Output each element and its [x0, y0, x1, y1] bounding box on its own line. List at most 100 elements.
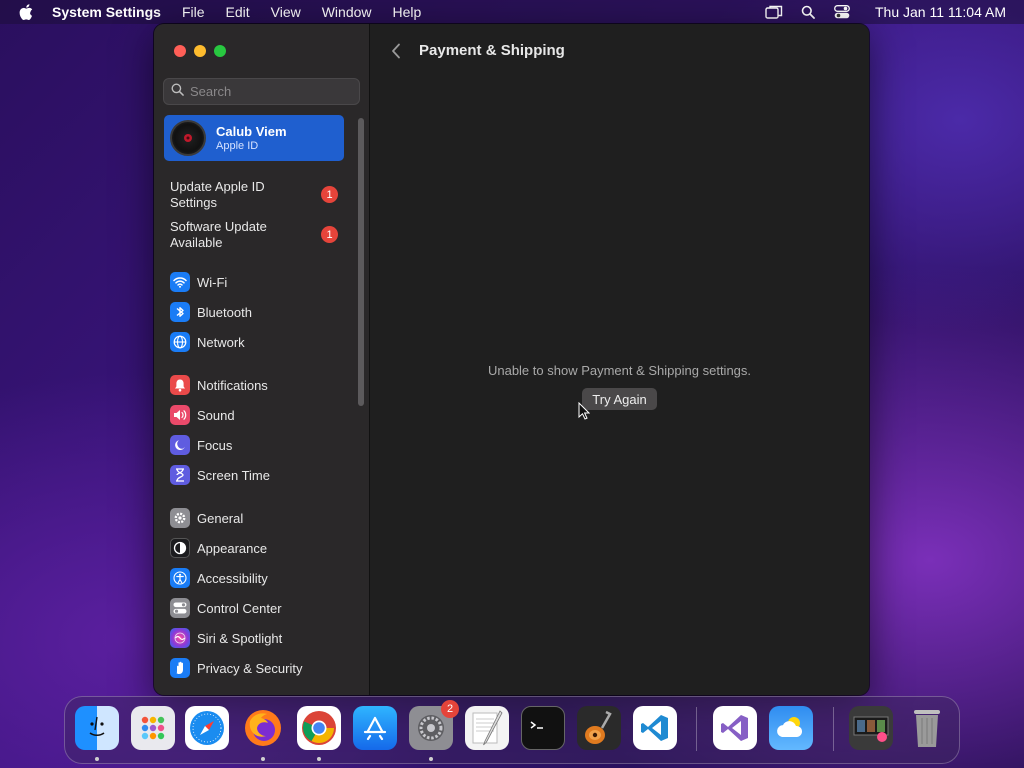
hourglass-icon: [170, 465, 190, 485]
search-icon: [171, 83, 184, 101]
launchpad-icon[interactable]: [131, 706, 175, 750]
sidebar-item-label: Screen Time: [197, 467, 270, 483]
mouse-pointer-icon: [578, 401, 591, 420]
sidebar-item-label: Network: [197, 334, 245, 350]
sidebar-item-label: Siri & Spotlight: [197, 630, 283, 646]
sidebar-item-appearance[interactable]: Appearance: [170, 537, 350, 559]
photo-booth-icon[interactable]: [849, 706, 893, 750]
menu-help[interactable]: Help: [393, 4, 422, 20]
back-button[interactable]: [388, 41, 404, 61]
sidebar-item-accessibility[interactable]: Accessibility: [170, 567, 350, 589]
dock-separator: [696, 707, 697, 751]
sidebar-item-network[interactable]: Network: [170, 331, 350, 353]
search-field[interactable]: [163, 78, 360, 105]
notice-label: Update Apple ID Settings: [170, 179, 265, 210]
trash-icon[interactable]: [905, 706, 949, 750]
notice-label: Software Update Available: [170, 219, 267, 250]
sidebar-item-sound[interactable]: Sound: [170, 404, 350, 426]
sidebar-item-general[interactable]: General: [170, 507, 350, 529]
sidebar-item-label: Sound: [197, 407, 235, 423]
main-content-pane: Payment & Shipping Unable to show Paymen…: [370, 24, 869, 695]
switches-icon: [170, 598, 190, 618]
sidebar-item-screen-time[interactable]: Screen Time: [170, 464, 350, 486]
sidebar-item-label: Privacy & Security: [197, 660, 303, 676]
avatar: [170, 120, 206, 156]
apple-menu-icon[interactable]: [18, 4, 34, 20]
minimize-window-button[interactable]: [194, 45, 206, 57]
running-indicator: [317, 757, 321, 761]
sidebar-item-label: Control Center: [197, 600, 282, 616]
error-message: Unable to show Payment & Shipping settin…: [487, 363, 752, 378]
dock-separator: [833, 707, 834, 751]
running-indicator: [261, 757, 265, 761]
chrome-icon[interactable]: [297, 706, 341, 750]
sidebar-item-privacy-security[interactable]: Privacy & Security: [170, 657, 350, 679]
spotlight-search-icon[interactable]: [799, 4, 817, 20]
chevron-left-icon: [392, 43, 400, 59]
menubar-clock[interactable]: Thu Jan 11 11:04 AM: [875, 4, 1006, 20]
siri-icon: [170, 628, 190, 648]
moon-icon: [170, 435, 190, 455]
hand-icon: [170, 658, 190, 678]
window-controls: [174, 45, 226, 57]
bell-icon: [170, 375, 190, 395]
accessibility-icon: [170, 568, 190, 588]
speaker-icon: [170, 405, 190, 425]
finder-icon[interactable]: [75, 706, 119, 750]
sidebar-scrollbar[interactable]: [358, 118, 364, 406]
wifi-icon: [170, 272, 190, 292]
safari-icon[interactable]: [185, 706, 229, 750]
dock: 2: [64, 696, 960, 764]
search-input[interactable]: [190, 84, 350, 99]
app-name-menu[interactable]: System Settings: [52, 4, 161, 20]
sidebar: Calub Viem Apple ID Update Apple ID Sett…: [154, 24, 370, 695]
menu-window[interactable]: Window: [322, 4, 372, 20]
software-update-item[interactable]: Software Update Available 1: [170, 219, 340, 251]
account-name: Calub Viem: [216, 124, 287, 139]
screen-mirroring-icon[interactable]: [765, 4, 783, 20]
globe-icon: [170, 332, 190, 352]
sidebar-item-label: Focus: [197, 437, 233, 453]
sidebar-item-control-center[interactable]: Control Center: [170, 597, 350, 619]
update-apple-id-item[interactable]: Update Apple ID Settings 1: [170, 179, 340, 211]
sidebar-item-label: Wi-Fi: [197, 274, 228, 290]
page-title: Payment & Shipping: [419, 42, 565, 59]
menu-edit[interactable]: Edit: [226, 4, 250, 20]
close-window-button[interactable]: [174, 45, 186, 57]
sidebar-item-label: Accessibility: [197, 570, 268, 586]
textedit-icon[interactable]: [465, 706, 509, 750]
notice-badge: 1: [321, 226, 338, 243]
running-indicator: [429, 757, 433, 761]
zoom-window-button[interactable]: [214, 45, 226, 57]
weather-icon[interactable]: [769, 706, 813, 750]
menu-view[interactable]: View: [271, 4, 301, 20]
apple-id-account-item[interactable]: Calub Viem Apple ID: [164, 115, 344, 161]
system-settings-dock-icon[interactable]: 2: [409, 700, 459, 750]
gear-icon: [170, 508, 190, 528]
notice-badge: 1: [321, 186, 338, 203]
control-center-icon[interactable]: [833, 4, 851, 20]
terminal-icon[interactable]: [521, 706, 565, 750]
firefox-icon[interactable]: [241, 706, 285, 750]
garageband-icon[interactable]: [577, 706, 621, 750]
system-settings-window: Calub Viem Apple ID Update Apple ID Sett…: [154, 24, 869, 695]
try-again-button[interactable]: Try Again: [582, 388, 657, 410]
sidebar-item-label: Appearance: [197, 540, 268, 556]
sidebar-item-label: Bluetooth: [197, 304, 252, 320]
sidebar-item-notifications[interactable]: Notifications: [170, 374, 350, 396]
sidebar-item-bluetooth[interactable]: Bluetooth: [170, 301, 350, 323]
sidebar-item-siri-spotlight[interactable]: Siri & Spotlight: [170, 627, 350, 649]
sidebar-item-wifi[interactable]: Wi-Fi: [170, 271, 350, 293]
sidebar-item-focus[interactable]: Focus: [170, 434, 350, 456]
sidebar-item-label: General: [197, 510, 244, 526]
app-store-icon[interactable]: [353, 706, 397, 750]
vscode-icon[interactable]: [633, 706, 677, 750]
menu-file[interactable]: File: [182, 4, 205, 20]
visual-studio-icon[interactable]: [713, 706, 757, 750]
running-indicator: [95, 757, 99, 761]
account-subtitle: Apple ID: [216, 140, 259, 152]
sidebar-item-label: Notifications: [197, 377, 268, 393]
appearance-icon: [170, 538, 190, 558]
bluetooth-icon: [170, 302, 190, 322]
dock-notification-badge: 2: [441, 700, 459, 718]
